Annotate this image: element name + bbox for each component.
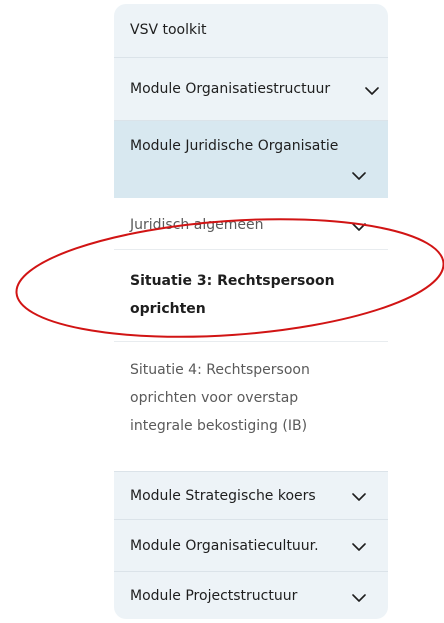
- nav-item-module-strategische-koers[interactable]: Module Strategische koers: [114, 471, 388, 519]
- nav-item-module-organisatiestructuur[interactable]: Module Organisatiestructuur: [114, 57, 388, 120]
- sidebar-navigation: VSV toolkit Module Organisatiestructuur …: [114, 4, 388, 619]
- nav-subitem-situatie-3[interactable]: Situatie 3: Rechtspersoon oprichten: [114, 249, 388, 341]
- nav-subitem-label: Situatie 4: Rechtspersoon oprichten voor…: [130, 362, 310, 434]
- chevron-down-icon[interactable]: [352, 492, 366, 502]
- nav-subitem-label-active: Situatie 3: Rechtspersoon oprichten: [130, 273, 335, 317]
- chevron-down-icon[interactable]: [352, 171, 366, 181]
- nav-item-module-juridische-organisatie[interactable]: Module Juridische Organisatie: [114, 120, 388, 198]
- nav-item-module-projectstructuur[interactable]: Module Projectstructuur: [114, 571, 388, 619]
- nav-item-label: Module Strategische koers: [130, 488, 316, 504]
- nav-item-module-organisatiecultuur[interactable]: Module Organisatiecultuur.: [114, 519, 388, 571]
- chevron-down-icon[interactable]: [352, 222, 366, 232]
- nav-item-label: Module Juridische Organisatie: [130, 138, 339, 154]
- nav-item-vsv-toolkit[interactable]: VSV toolkit: [114, 4, 388, 57]
- chevron-down-icon[interactable]: [352, 593, 366, 603]
- chevron-down-icon[interactable]: [352, 542, 366, 552]
- nav-item-label: Module Projectstructuur: [130, 588, 298, 604]
- nav-item-label: Module Organisatiecultuur.: [130, 538, 319, 554]
- nav-subitem-juridisch-algemeen[interactable]: Juridisch algemeen: [114, 198, 388, 249]
- chevron-down-icon[interactable]: [365, 86, 379, 96]
- nav-subitem-situatie-4[interactable]: Situatie 4: Rechtspersoon oprichten voor…: [114, 341, 388, 471]
- nav-item-label: VSV toolkit: [130, 22, 207, 38]
- nav-subitem-label: Juridisch algemeen: [130, 217, 264, 233]
- nav-item-label: Module Organisatiestructuur: [130, 81, 331, 97]
